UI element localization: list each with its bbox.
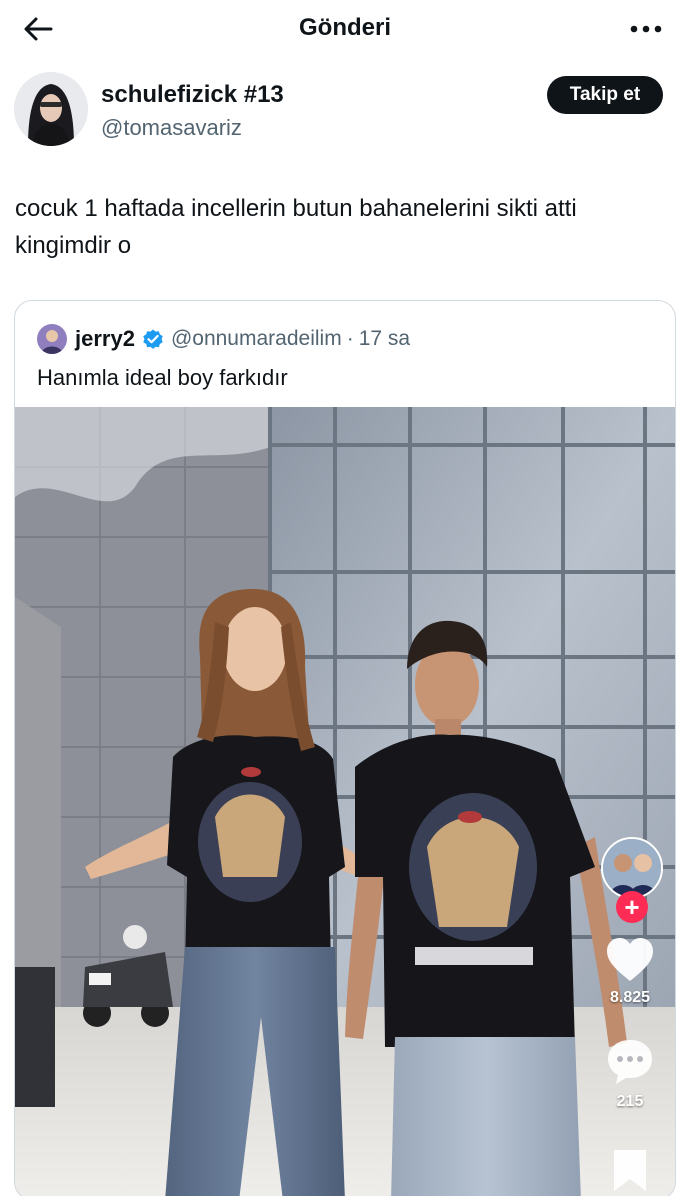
more-button[interactable] — [626, 12, 666, 46]
heart-icon[interactable] — [605, 937, 655, 988]
verified-badge-icon — [141, 327, 165, 351]
post-text: cocuk 1 haftada incellerin butun bahanel… — [15, 195, 577, 259]
quoted-post-text: Hanımla ideal boy farkıdır — [37, 365, 288, 390]
like-count: 8.825 — [609, 989, 651, 1006]
post-author: schulefizick #13 @tomasavariz Takip et — [0, 66, 690, 158]
quoted-post-header: jerry2 @onnumaradeilim · 17 sa — [37, 323, 410, 355]
quoted-avatar[interactable] — [37, 324, 67, 354]
tiktok-avatar-image — [603, 839, 661, 897]
quoted-display-name[interactable]: jerry2 — [75, 326, 135, 352]
follow-button[interactable]: Takip et — [547, 76, 663, 114]
author-handle[interactable]: @tomasavariz — [101, 115, 242, 141]
top-bar: Gönderi — [0, 0, 690, 58]
tiktok-creator-avatar[interactable] — [601, 837, 663, 899]
bookmark-icon[interactable] — [611, 1147, 649, 1196]
tiktok-action-rail: + 8.825 215 — [593, 837, 667, 1196]
quoted-avatar-image — [37, 324, 67, 354]
quoted-media-video[interactable]: + 8.825 215 — [15, 407, 675, 1196]
comment-count: 215 — [616, 1093, 644, 1110]
separator-dot: · — [346, 327, 354, 350]
avatar[interactable] — [14, 72, 88, 146]
quoted-timestamp[interactable]: 17 sa — [359, 327, 410, 351]
author-display-name[interactable]: schulefizick #13 — [101, 81, 284, 109]
more-horizontal-icon — [630, 25, 662, 33]
avatar-image — [14, 72, 88, 146]
tiktok-follow-plus-button[interactable]: + — [616, 891, 648, 923]
quoted-post[interactable]: jerry2 @onnumaradeilim · 17 sa Hanımla i… — [14, 300, 676, 1196]
video-frame-image — [15, 407, 675, 1196]
page-title: Gönderi — [298, 14, 391, 41]
quoted-handle[interactable]: @onnumaradeilim — [171, 327, 342, 351]
comment-icon[interactable] — [605, 1037, 655, 1092]
